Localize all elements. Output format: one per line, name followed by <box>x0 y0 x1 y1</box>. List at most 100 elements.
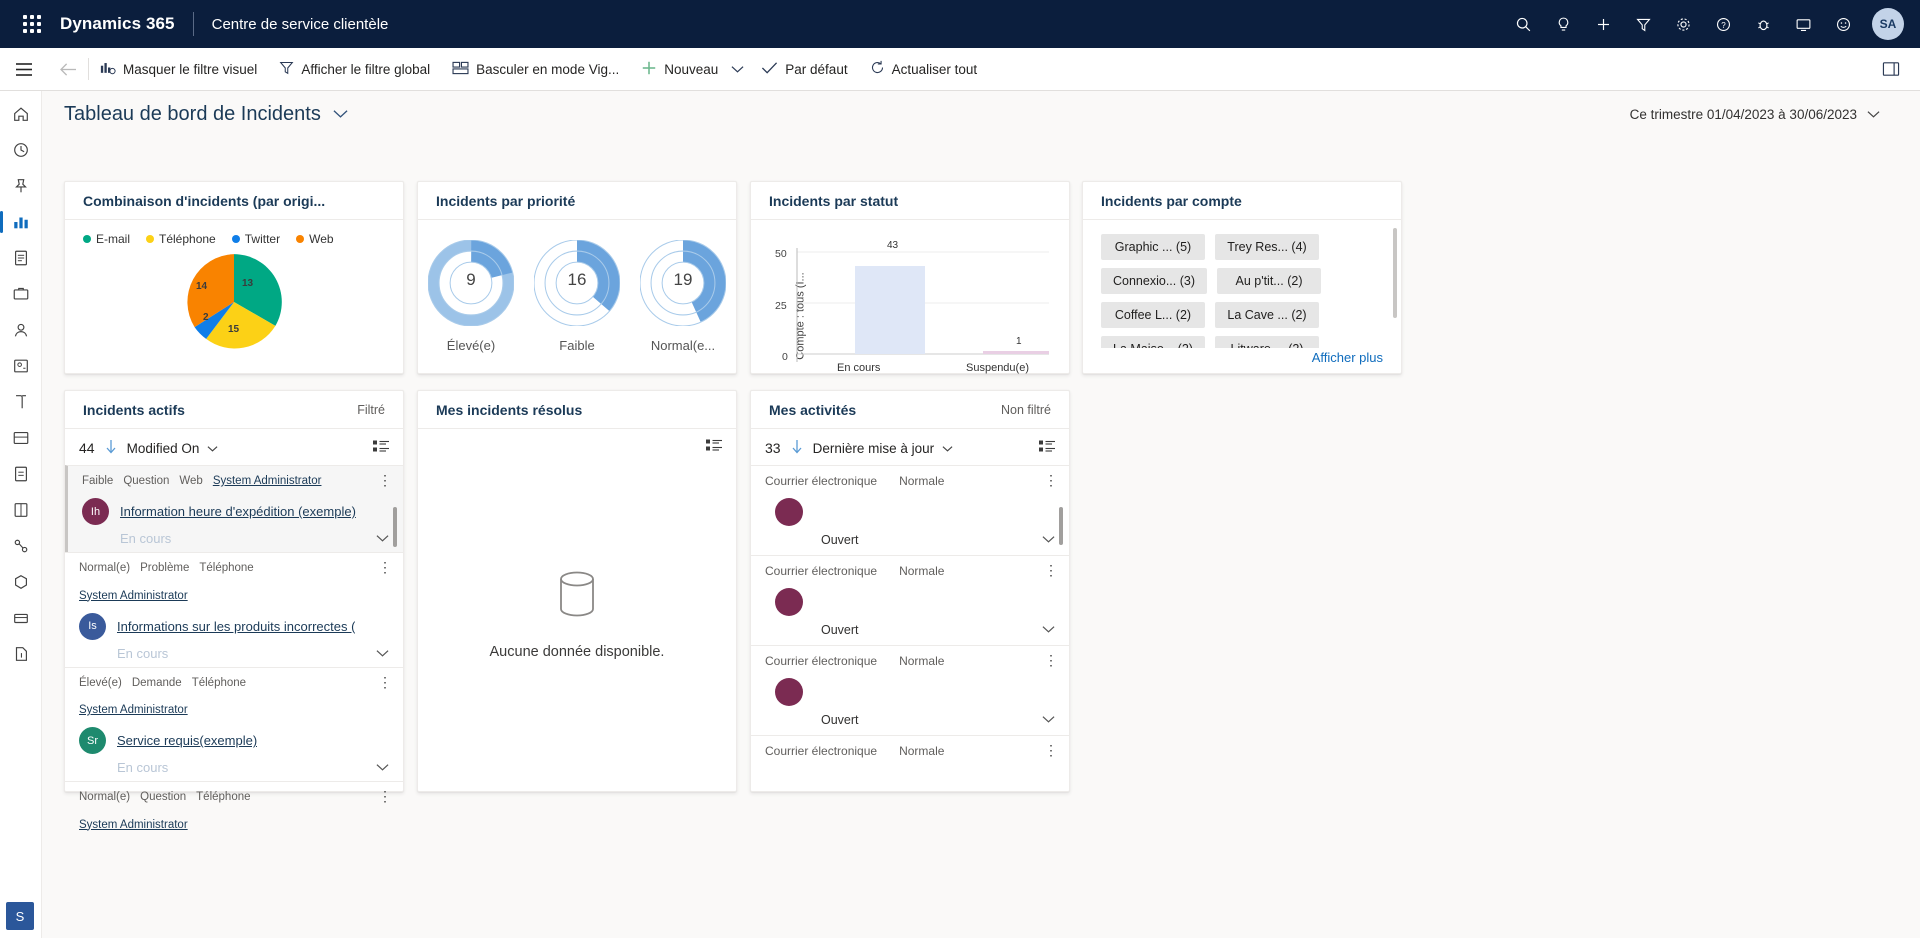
account-chip[interactable]: Connexio... (3) <box>1101 268 1207 294</box>
plus-icon[interactable] <box>1584 5 1622 43</box>
account-chip[interactable]: Litware ... (2) <box>1215 336 1319 348</box>
list-item[interactable]: Courrier électronique Normale ⋮ Ouvert <box>751 465 1069 555</box>
activities-sort-selector[interactable]: Dernière mise à jour <box>813 441 954 456</box>
recent-icon[interactable] <box>4 133 38 167</box>
row-more-options-icon[interactable]: ⋮ <box>378 788 393 805</box>
table-row[interactable]: Élevé(e) Demande Téléphone System Admini… <box>65 667 403 782</box>
side-pane-icon[interactable] <box>1872 50 1910 88</box>
row-more-options-icon[interactable]: ⋮ <box>1044 742 1059 759</box>
hide-visual-filter-button[interactable]: Masquer le filtre visuel <box>89 48 268 91</box>
row-more-options-icon[interactable]: ⋮ <box>1044 562 1059 579</box>
table-row[interactable]: Normal(e) Problème Téléphone System Admi… <box>65 552 403 667</box>
activities-view-selector-icon[interactable] <box>1039 440 1055 456</box>
date-range-selector[interactable]: Ce trimestre 01/04/2023 à 30/06/2023 <box>1630 107 1898 122</box>
resolved-view-selector-icon[interactable] <box>706 439 722 455</box>
row-owner[interactable]: System Administrator <box>79 588 367 605</box>
row-expand-chevron-down-icon[interactable] <box>376 531 389 546</box>
new-chevron-down-icon[interactable] <box>729 48 750 91</box>
account-chip[interactable]: Trey Res... (4) <box>1215 234 1319 260</box>
gear-icon[interactable] <box>1664 5 1702 43</box>
row-more-options-icon[interactable]: ⋮ <box>378 472 393 489</box>
services-icon[interactable] <box>4 565 38 599</box>
table-row[interactable]: Faible Question Web System Administrator… <box>65 465 403 552</box>
donut-normal[interactable]: 19 Normal(e... <box>635 240 731 353</box>
knowledge-icon[interactable] <box>4 385 38 419</box>
activity-metadata: Courrier électronique Normale <box>765 654 1055 668</box>
active-cases-scrollbar[interactable] <box>393 507 397 547</box>
chart-incidents-by-status[interactable]: Compte : tous (I... 50 25 0 43 1 En cour… <box>751 220 1069 411</box>
list-item[interactable]: Courrier électronique Normale ⋮ <box>751 735 1069 766</box>
row-more-options-icon[interactable]: ⋮ <box>1044 472 1059 489</box>
dashboards-icon[interactable] <box>4 205 38 239</box>
row-expand-chevron-down-icon[interactable] <box>376 760 389 775</box>
row-title[interactable]: Informations sur les produits incorrecte… <box>117 619 355 634</box>
legend-item-telephone[interactable]: Téléphone <box>146 232 216 246</box>
help-icon[interactable]: ? <box>1704 5 1742 43</box>
row-expand-chevron-down-icon[interactable] <box>376 646 389 661</box>
sales-app-switcher[interactable]: S <box>6 902 34 930</box>
legend-item-web[interactable]: Web <box>296 232 333 246</box>
cases-icon[interactable] <box>4 277 38 311</box>
show-more-link[interactable]: Afficher plus <box>1312 350 1383 365</box>
contacts-icon[interactable] <box>4 349 38 383</box>
new-button[interactable]: Nouveau <box>630 48 729 91</box>
table-row[interactable]: Normal(e) Question Téléphone System Admi… <box>65 781 403 840</box>
donut-high[interactable]: 9 Élevé(e) <box>423 240 519 353</box>
row-owner[interactable]: System Administrator <box>79 817 367 834</box>
row-title[interactable]: Service requis(exemple) <box>117 733 257 748</box>
activity-expand-chevron-down-icon[interactable] <box>1042 712 1055 727</box>
chart-incidents-by-priority[interactable]: 9 Élevé(e) 16 Faible <box>418 220 736 373</box>
queues-icon[interactable] <box>4 421 38 455</box>
activity-expand-chevron-down-icon[interactable] <box>1042 622 1055 637</box>
settings-tools-icon[interactable] <box>4 529 38 563</box>
dashboard-selector-chevron-down-icon[interactable] <box>333 109 348 119</box>
reports-icon[interactable] <box>4 457 38 491</box>
refresh-all-button[interactable]: Actualiser tout <box>859 48 989 91</box>
activity-metadata: Courrier électronique Normale <box>765 564 1055 578</box>
filter-icon[interactable] <box>1624 5 1662 43</box>
account-chip[interactable]: Graphic ... (5) <box>1101 234 1205 260</box>
back-button[interactable] <box>48 48 88 91</box>
row-more-options-icon[interactable]: ⋮ <box>378 674 393 691</box>
account-scrollbar[interactable] <box>1393 228 1397 318</box>
account-chip[interactable]: La Maiso... (2) <box>1101 336 1205 348</box>
account-chip[interactable]: La Cave ... (2) <box>1215 302 1319 328</box>
row-more-options-icon[interactable]: ⋮ <box>1044 652 1059 669</box>
pinned-icon[interactable] <box>4 169 38 203</box>
avatar[interactable]: SA <box>1872 8 1904 40</box>
site-map-toggle-icon[interactable] <box>0 48 48 91</box>
legend-item-twitter[interactable]: Twitter <box>232 232 280 246</box>
resources-icon[interactable] <box>4 601 38 635</box>
list-item[interactable]: Courrier électronique Normale ⋮ Ouvert <box>751 555 1069 645</box>
switch-tile-mode-button[interactable]: Basculer en mode Vig... <box>441 48 630 91</box>
list-item[interactable]: Courrier électronique Normale ⋮ Ouvert <box>751 645 1069 735</box>
activities-scrollbar[interactable] <box>1059 507 1063 545</box>
activity-expand-chevron-down-icon[interactable] <box>1042 532 1055 547</box>
sort-direction-down-icon[interactable] <box>105 439 117 457</box>
active-cases-view-selector-icon[interactable] <box>373 440 389 456</box>
new-record-icon[interactable] <box>4 637 38 671</box>
lightbulb-icon[interactable] <box>1544 5 1582 43</box>
row-title[interactable]: Information heure d'expédition (exemple) <box>120 504 356 519</box>
chart-incident-mix[interactable]: E-mail Téléphone Twitter Web 13 15 <box>65 220 403 373</box>
account-chip[interactable]: Au p'tit... (2) <box>1217 268 1321 294</box>
sort-direction-down-icon[interactable] <box>791 439 803 457</box>
show-global-filter-button[interactable]: Afficher le filtre global <box>268 48 441 91</box>
documents-icon[interactable] <box>4 493 38 527</box>
smiley-icon[interactable] <box>1824 5 1862 43</box>
account-chip[interactable]: Coffee L... (2) <box>1101 302 1205 328</box>
active-cases-sort-selector[interactable]: Modified On <box>127 441 219 456</box>
legend-item-email[interactable]: E-mail <box>83 232 130 246</box>
default-view-button[interactable]: Par défaut <box>750 48 858 91</box>
row-owner[interactable]: System Administrator <box>213 473 322 490</box>
row-more-options-icon[interactable]: ⋮ <box>378 559 393 576</box>
monitor-icon[interactable] <box>1784 5 1822 43</box>
activities-icon[interactable] <box>4 241 38 275</box>
accounts-icon[interactable] <box>4 313 38 347</box>
bug-icon[interactable] <box>1744 5 1782 43</box>
home-icon[interactable] <box>4 97 38 131</box>
app-launcher-icon[interactable] <box>14 8 50 40</box>
search-icon[interactable] <box>1504 5 1542 43</box>
row-owner[interactable]: System Administrator <box>79 702 367 719</box>
donut-low[interactable]: 16 Faible <box>529 240 625 353</box>
